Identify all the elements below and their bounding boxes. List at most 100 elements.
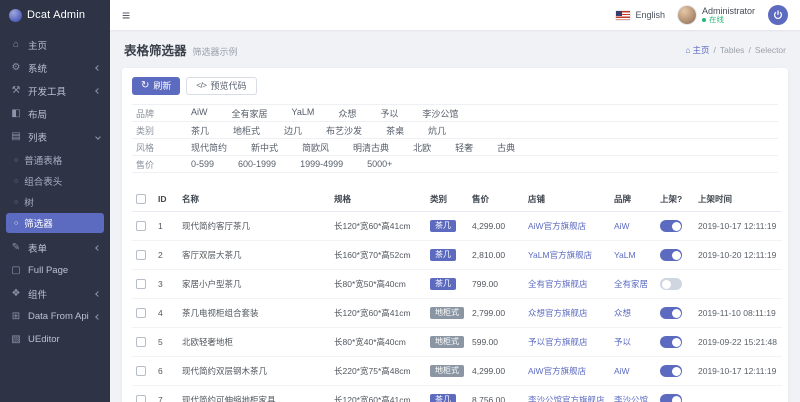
cell-time: 2019-10-17 12:11:19 [694, 212, 782, 241]
breadcrumb-home[interactable]: ⌂ 主页 [685, 44, 709, 56]
sidebar-item-tree[interactable]: ○树 [6, 192, 104, 212]
cell-onshelf [656, 299, 694, 328]
filter-option[interactable]: 茶几 [191, 124, 209, 137]
refresh-button[interactable]: ↻ 刷新 [132, 77, 180, 95]
row-checkbox[interactable] [136, 395, 146, 402]
onshelf-toggle[interactable] [660, 336, 682, 348]
shop-link[interactable]: YaLM官方旗舰店 [528, 250, 592, 260]
cell-category: 茶几 [426, 386, 468, 402]
sidebar-item-full-page[interactable]: ▢Full Page [0, 259, 110, 282]
language-switcher[interactable]: English [616, 10, 665, 20]
filter-option[interactable]: 新中式 [251, 141, 278, 154]
cell-price: 599.00 [468, 328, 524, 357]
onshelf-toggle[interactable] [660, 278, 682, 290]
logout-button[interactable] [768, 5, 788, 25]
shop-link[interactable]: AiW官方旗舰店 [528, 221, 586, 231]
user-menu[interactable]: Administrator 在线 [678, 6, 755, 25]
filter-option[interactable]: 李沙公馆 [422, 107, 458, 120]
filter-option[interactable]: YaLM [292, 107, 315, 120]
selector-filters: 品牌AiW全有家居YaLM众想予以李沙公馆类别茶几地柜式边几布艺沙发茶桌炕几风格… [132, 104, 778, 173]
sidebar-toggle-icon[interactable]: ≡ [122, 8, 130, 22]
table-row: 4茶几电视柜组合套装长120*宽60*高41cm地柜式2,799.00众想官方旗… [132, 299, 782, 328]
filter-option[interactable]: 0-599 [191, 159, 214, 169]
filter-option[interactable]: 明清古典 [353, 141, 389, 154]
cell-id: 1 [154, 212, 178, 241]
filter-option[interactable]: 布艺沙发 [326, 124, 362, 137]
sidebar-item-dev-tools[interactable]: ⚒开发工具 [0, 79, 110, 102]
filter-option[interactable]: 北欧 [413, 141, 431, 154]
column-header: 品牌 [610, 187, 656, 212]
filter-option[interactable]: 予以 [380, 107, 398, 120]
row-checkbox[interactable] [136, 366, 146, 376]
shop-link[interactable]: 全有官方旗舰店 [528, 279, 588, 289]
cell-price: 2,810.00 [468, 241, 524, 270]
sidebar-item-components[interactable]: ❖组件 [0, 282, 110, 305]
filter-option[interactable]: 古典 [497, 141, 515, 154]
shop-link[interactable]: 予以官方旗舰店 [528, 337, 588, 347]
filter-option[interactable]: 茶桌 [386, 124, 404, 137]
select-all-checkbox[interactable] [136, 194, 146, 204]
cell-checkbox [132, 386, 154, 402]
table-header-row: ID名称规格类别售价店铺品牌上架?上架时间 [132, 187, 782, 212]
filter-option[interactable]: 现代简约 [191, 141, 227, 154]
row-checkbox[interactable] [136, 279, 146, 289]
sidebar-item-layout[interactable]: ◧布局 [0, 102, 110, 125]
brand-link[interactable]: AiW [614, 366, 630, 376]
filter-option[interactable]: 600-1999 [238, 159, 276, 169]
row-checkbox[interactable] [136, 308, 146, 318]
preview-code-button[interactable]: </> 预览代码 [186, 77, 256, 95]
filter-option[interactable]: AiW [191, 107, 208, 120]
filter-option[interactable]: 炕几 [428, 124, 446, 137]
cell-name: 家居小户型茶几 [178, 270, 330, 299]
layout-icon: ◧ [10, 108, 22, 119]
filter-label: 风格 [136, 141, 191, 154]
filter-option[interactable]: 全有家居 [232, 107, 268, 120]
filter-option[interactable]: 1999-4999 [300, 159, 343, 169]
gear-icon: ⚙ [10, 62, 22, 73]
avatar [678, 6, 696, 24]
shop-link[interactable]: 众想官方旗舰店 [528, 308, 588, 318]
cell-checkbox [132, 299, 154, 328]
row-checkbox[interactable] [136, 221, 146, 231]
breadcrumb-tables[interactable]: Tables [720, 45, 745, 55]
cell-name: 现代简约客厅茶几 [178, 212, 330, 241]
cell-brand: AiW [610, 212, 656, 241]
shop-link[interactable]: AiW官方旗舰店 [528, 366, 586, 376]
filter-option[interactable]: 简欧风 [302, 141, 329, 154]
sidebar-item-home[interactable]: ⌂主页 [0, 33, 110, 56]
filter-option[interactable]: 轻奢 [455, 141, 473, 154]
row-checkbox[interactable] [136, 250, 146, 260]
sidebar-item-selector[interactable]: ○筛选器 [6, 213, 104, 233]
filter-option[interactable]: 地柜式 [233, 124, 260, 137]
sidebar-item-data-from-api[interactable]: ⊞Data From Api [0, 305, 110, 328]
filter-option[interactable]: 5000+ [367, 159, 392, 169]
logo[interactable]: Dcat Admin [0, 0, 110, 30]
onshelf-toggle[interactable] [660, 307, 682, 319]
brand-link[interactable]: 众想 [614, 308, 631, 318]
shop-link[interactable]: 李沙公馆官方旗舰店 [528, 395, 605, 402]
cell-time: 2019-10-17 12:11:19 [694, 357, 782, 386]
brand-link[interactable]: 李沙公馆 [614, 395, 648, 402]
onshelf-toggle[interactable] [660, 365, 682, 377]
cell-spec: 长120*宽60*高41cm [330, 299, 426, 328]
brand-link[interactable]: AiW [614, 221, 630, 231]
sidebar-item-form[interactable]: ✎表单 [0, 236, 110, 259]
sidebar-item-combined-header[interactable]: ○组合表头 [6, 171, 104, 191]
cell-shop: 李沙公馆官方旗舰店 [524, 386, 610, 402]
sidebar-item-normal-table[interactable]: ○普通表格 [6, 150, 104, 170]
filter-option[interactable]: 众想 [338, 107, 356, 120]
row-checkbox[interactable] [136, 337, 146, 347]
onshelf-toggle[interactable] [660, 220, 682, 232]
sidebar-item-list[interactable]: ▤列表 [0, 125, 110, 148]
sidebar-item-ueditor[interactable]: ▧UEditor [0, 328, 110, 351]
brand-link[interactable]: 予以 [614, 337, 631, 347]
chevron-left-icon [95, 65, 101, 71]
brand-link[interactable]: 全有家居 [614, 279, 648, 289]
onshelf-toggle[interactable] [660, 394, 682, 402]
onshelf-toggle[interactable] [660, 249, 682, 261]
filter-option[interactable]: 边几 [284, 124, 302, 137]
refresh-icon: ↻ [141, 81, 149, 91]
page-title: 表格筛选器 [124, 40, 187, 59]
sidebar-item-system[interactable]: ⚙系统 [0, 56, 110, 79]
brand-link[interactable]: YaLM [614, 250, 636, 260]
